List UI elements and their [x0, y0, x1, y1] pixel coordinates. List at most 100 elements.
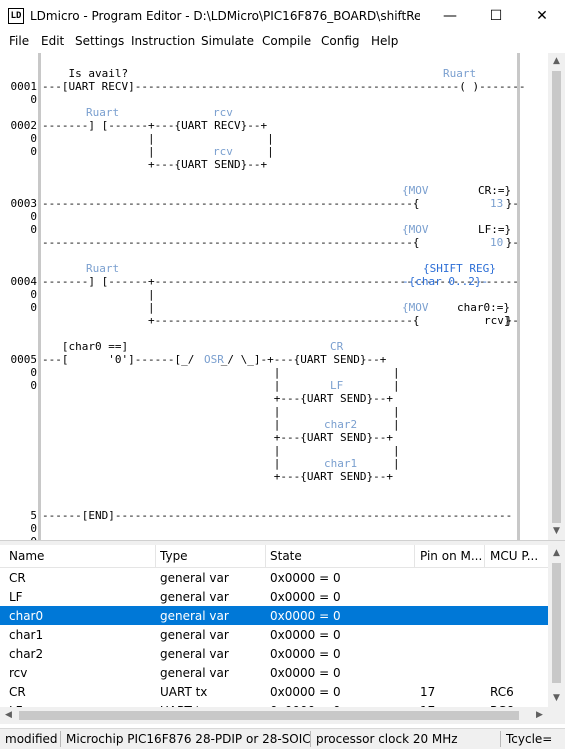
ladder-line[interactable]: -------] [------+---{UART RECV}--+	[42, 119, 267, 132]
ladder-label: 13	[490, 197, 504, 210]
ladder-label: CR:=}	[478, 184, 512, 197]
io-list[interactable]: Name Type State Pin on M... MCU P... CR g…	[0, 545, 548, 707]
ladder-label: CR	[330, 340, 344, 353]
io-list-hscroll-thumb[interactable]	[19, 711, 519, 720]
status-cycle: Tcycle=	[506, 732, 553, 746]
rung-number: 0	[30, 379, 37, 392]
close-button[interactable]: ✕	[519, 0, 565, 32]
rung-number: 0	[30, 210, 37, 223]
io-cell-state: 0x0000 = 0	[270, 590, 341, 604]
left-power-rail	[38, 53, 41, 540]
scroll-right-arrow-icon[interactable]: ▶	[531, 707, 548, 724]
ladder-line[interactable]: | |	[42, 379, 400, 392]
editor-scroll-thumb[interactable]	[552, 71, 561, 523]
rung-number: 0	[30, 223, 37, 236]
maximize-button[interactable]: ☐	[473, 0, 519, 32]
io-list-row[interactable]: LF general var 0x0000 = 0	[0, 587, 548, 606]
io-cell-state: 0x0000 = 0	[270, 685, 341, 699]
menu-file[interactable]: File	[9, 34, 29, 48]
io-cell-state: 0x0000 = 0	[270, 571, 341, 585]
io-cell-type: general var	[160, 628, 229, 642]
menu-edit[interactable]: Edit	[41, 34, 64, 48]
menu-compile[interactable]: Compile	[262, 34, 311, 48]
rung-number: 0	[30, 301, 37, 314]
status-mode: modified	[5, 732, 58, 746]
io-list-row[interactable]: CR UART tx 0x0000 = 0 17 RC6	[0, 682, 548, 701]
ladder-line[interactable]: |	[42, 288, 155, 301]
scroll-down-arrow-icon[interactable]: ▼	[548, 690, 565, 707]
ladder-label: rcv	[213, 106, 233, 119]
status-device: Microchip PIC16F876 28-PDIP or 28-SOIC	[66, 732, 311, 746]
ladder-label: char1	[324, 457, 358, 470]
right-power-rail	[517, 53, 520, 540]
io-cell-pin: 17	[420, 685, 436, 699]
window-title: LDmicro - Program Editor - D:\LDMicro\PI…	[30, 9, 420, 23]
menu-config[interactable]: Config	[321, 34, 360, 48]
ladder-line[interactable]: +---{UART SEND}--+	[42, 431, 393, 444]
io-cell-type: general var	[160, 647, 229, 661]
rung-number: 0	[30, 366, 37, 379]
ladder-line[interactable]: Is avail?	[42, 67, 128, 80]
rung-number: 0	[30, 145, 37, 158]
io-cell-name: LF	[9, 590, 23, 604]
io-list-scroll-thumb[interactable]	[552, 563, 561, 683]
scroll-down-arrow-icon[interactable]: ▼	[548, 523, 565, 540]
ladder-line[interactable]: |	[42, 301, 155, 314]
io-list-row[interactable]: char0 general var 0x0000 = 0	[0, 606, 548, 625]
minimize-button[interactable]: —	[427, 0, 473, 32]
ladder-line[interactable]: [char0 ==]	[42, 340, 128, 353]
io-list-row[interactable]: rcv general var 0x0000 = 0	[0, 663, 548, 682]
ladder-label: Ruart	[86, 262, 120, 275]
menu-instruction[interactable]: Instruction	[131, 34, 195, 48]
rung-number: 0	[30, 522, 37, 535]
menu-bar: File Edit Settings Instruction Simulate …	[0, 32, 565, 52]
ladder-label: rcv	[213, 145, 233, 158]
title-bar: LD LDmicro - Program Editor - D:\LDMicro…	[0, 0, 565, 32]
menu-help[interactable]: Help	[371, 34, 398, 48]
scroll-up-arrow-icon[interactable]: ▲	[548, 545, 565, 562]
rung-number: 0002	[10, 119, 38, 132]
scroll-left-arrow-icon[interactable]: ◀	[0, 707, 17, 724]
ladder-label: LF:=}	[478, 223, 512, 236]
ladder-line[interactable]: | |	[42, 405, 400, 418]
menu-settings[interactable]: Settings	[75, 34, 124, 48]
ladder-line[interactable]: | |	[42, 132, 274, 145]
ladder-line[interactable]: ----------------------------------------…	[42, 197, 519, 210]
menu-simulate[interactable]: Simulate	[201, 34, 254, 48]
rung-number: 0	[30, 132, 37, 145]
ladder-label: {SHIFT REG}	[423, 262, 496, 275]
io-cell-name: CR	[9, 571, 26, 585]
ladder-line[interactable]: +---{UART SEND}--+	[42, 158, 267, 171]
io-list-vertical-scrollbar[interactable]: ▲ ▼	[548, 545, 565, 707]
ladder-label: rcv}	[484, 314, 511, 327]
io-cell-type: general var	[160, 590, 229, 604]
column-mcu-port[interactable]: MCU P...	[490, 549, 546, 563]
scroll-up-arrow-icon[interactable]: ▲	[548, 53, 565, 70]
io-list-horizontal-scrollbar[interactable]: ◀ ▶	[0, 707, 548, 724]
rung-number: 0001	[10, 80, 38, 93]
ladder-line[interactable]: +---{UART SEND}--+	[42, 392, 393, 405]
rung-number: 0	[30, 93, 37, 106]
column-name[interactable]: Name	[9, 549, 44, 563]
column-type[interactable]: Type	[160, 549, 188, 563]
ladder-line[interactable]: ---[UART RECV]--------------------------…	[42, 80, 525, 93]
ladder-line[interactable]: +---------------------------------------…	[42, 314, 519, 327]
io-list-row[interactable]: char1 general var 0x0000 = 0	[0, 625, 548, 644]
io-cell-name: char2	[9, 647, 44, 661]
ladder-line[interactable]: ------[END]-----------------------------…	[42, 509, 512, 522]
column-pin[interactable]: Pin on M...	[420, 549, 482, 563]
io-list-row[interactable]: char2 general var 0x0000 = 0	[0, 644, 548, 663]
ladder-line[interactable]: | |	[42, 145, 274, 158]
ladder-line[interactable]: | |	[42, 444, 400, 457]
rung-number: 5	[30, 509, 37, 522]
io-cell-state: 0x0000 = 0	[270, 628, 341, 642]
ladder-editor[interactable]: Is avail? 0001 ---[UART RECV]-------------…	[0, 53, 548, 540]
ladder-line[interactable]: ----------------------------------------…	[42, 236, 519, 249]
editor-vertical-scrollbar[interactable]: ▲ ▼	[548, 53, 565, 540]
io-list-row[interactable]: CR general var 0x0000 = 0	[0, 568, 548, 587]
rung-number: 0	[30, 288, 37, 301]
column-state[interactable]: State	[270, 549, 302, 563]
ladder-line[interactable]: | |	[42, 366, 400, 379]
ladder-label: Ruart	[86, 106, 120, 119]
ladder-line[interactable]: +---{UART SEND}--+	[42, 470, 393, 483]
